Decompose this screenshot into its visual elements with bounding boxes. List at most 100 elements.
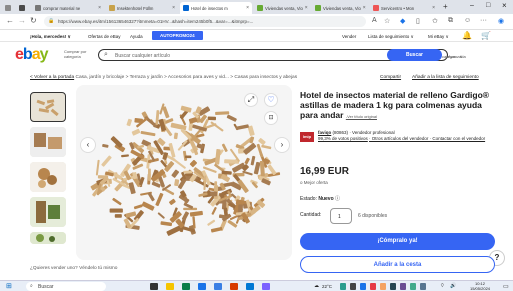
tray-icon[interactable] [400,283,406,290]
promo-banner[interactable]: AUTOPROMO24 [152,31,203,40]
view-original-title-link[interactable]: -Ver título original [346,114,377,119]
lock-icon[interactable]: 🔒 [48,18,54,24]
tray-icon[interactable] [390,283,396,290]
tab-hotel-insectos[interactable]: Hotel de insectos m × [180,2,252,14]
sell-one-prompt[interactable]: ¿Quieres vender uno? Véndelo tú mismo [30,266,117,271]
close-window-button[interactable]: × [502,1,507,10]
category-path[interactable]: Casa, jardín y bricolaje > Terraza y jar… [75,75,297,80]
add-to-watchlist-link[interactable]: Añadir a la lista de seguimiento [412,75,479,80]
close-icon[interactable]: × [432,5,435,11]
main-product-image[interactable]: ⤢ ♡ ⊡ ‹ › [76,85,292,260]
clock[interactable]: 10:12 15/05/2024 [470,281,490,291]
split-screen-icon[interactable]: ▯ [416,17,420,25]
profile-icon[interactable]: ☺ [464,17,471,24]
tray-icon[interactable] [380,283,386,290]
tray-icon[interactable] [350,283,356,290]
prev-image-button[interactable]: ‹ [80,137,96,153]
thumbnail-2[interactable] [30,127,66,157]
shop-by-category-button[interactable]: Comprar por categoría [64,49,92,59]
seller-links[interactable]: · Otros artículos del vendedor · Contact… [369,136,485,141]
thumbnail-1[interactable] [30,92,66,122]
maximize-button[interactable]: □ [486,2,490,9]
app-icon[interactable] [230,283,238,290]
minimize-button[interactable]: – [470,2,474,9]
tab-viviendas-1[interactable]: Viviendas venta, Vio × [254,2,310,14]
condition-row: Estado: Nuevo ⓘ [300,195,340,202]
tab-viviendas-2[interactable]: Viviendas venta, Vio × [312,2,368,14]
close-icon[interactable]: × [246,5,249,11]
app-icon[interactable] [182,283,190,290]
weather-temp[interactable]: 22°C [322,284,332,289]
file-explorer-icon[interactable] [166,283,174,290]
tray-icon[interactable] [360,283,366,290]
buscar-button[interactable]: Buscar [387,49,442,61]
url-input[interactable]: 🔒 https://www.ebay.es/itm/156136546327?i… [44,16,366,27]
heart-icon[interactable]: ♡ [264,93,278,107]
watchlist-menu[interactable]: Lista de seguimiento ∨ [368,34,414,40]
tray-icon[interactable] [410,283,416,290]
app-icon[interactable] [246,283,254,290]
my-ebay-menu[interactable]: Mi eBay ∨ [428,34,449,40]
tab-favicon [19,5,25,11]
tab-pinned-2[interactable] [16,2,28,14]
tray-icon[interactable] [340,283,346,290]
weather-icon[interactable]: ☁ [314,283,319,289]
copilot-icon[interactable]: ◉ [498,17,504,25]
close-icon[interactable]: × [305,5,308,11]
windows-taskbar: ⊞ ⌕ Buscar ☁ 22°C ⌔ 🔊 10:12 15/05/2024 ▭ [0,280,513,291]
app-icon[interactable] [262,283,270,290]
windows-start-icon[interactable]: ⊞ [6,282,12,290]
add-to-cart-button[interactable]: Añadir a la cesta [300,256,495,273]
reload-icon[interactable]: ↻ [30,16,37,25]
buy-now-button[interactable]: ¡Cómpralo ya! [300,233,495,250]
ayuda-link[interactable]: Ayuda [130,34,143,39]
new-tab-button[interactable]: + [443,2,448,11]
edge-browser-icon[interactable] [198,283,206,290]
product-title-text: Hotel de insectos material de relleno Ga… [300,90,490,120]
volume-icon[interactable]: 🔊 [450,283,456,289]
vender-link[interactable]: Vender [342,34,356,39]
close-icon[interactable]: × [172,5,175,11]
favorites-icon[interactable]: ✩ [432,17,438,25]
share-link[interactable]: Compartir [380,75,401,80]
back-icon[interactable]: ← [6,16,14,25]
thumbnail-3[interactable] [30,162,66,192]
quantity-input[interactable]: 1 [330,208,352,224]
advanced-search-link[interactable]: Avanzada [448,54,466,59]
app-icon[interactable] [214,283,222,290]
read-aloud-icon[interactable]: A [372,17,377,24]
tab-label: Viviendas venta, Vio [265,5,303,11]
seller-name-link[interactable]: faviqo [318,130,331,135]
tab-comprar[interactable]: comprar material ne × [32,2,104,14]
close-icon[interactable]: × [363,5,366,11]
favorite-star-icon[interactable]: ☆ [384,17,390,25]
close-icon[interactable]: × [98,5,101,11]
info-icon[interactable]: ⓘ [335,196,340,202]
task-view-icon[interactable] [150,283,158,290]
ebay-logo[interactable]: ebay [15,46,48,64]
notifications-bell-icon[interactable]: 🔔 [462,31,472,40]
seller-feedback-link[interactable]: 99,3% de votos positivos [318,136,368,141]
ofertas-link[interactable]: Ofertas de eBay [88,34,121,39]
tab-pinned-1[interactable] [2,2,14,14]
notifications-icon[interactable]: ▭ [503,283,509,290]
tray-icon[interactable] [420,283,426,290]
greeting-menu[interactable]: ¡Hola, mercedes! ∨ [30,34,71,40]
visual-search-icon[interactable]: ⊡ [264,111,278,125]
wifi-icon[interactable]: ⌔ [440,283,445,289]
extension-icon[interactable]: ◆ [400,17,405,25]
cart-icon[interactable]: 🛒 [481,31,491,40]
thumbnail-4[interactable] [30,197,66,227]
more-menu-icon[interactable]: ··· [480,17,487,24]
back-home-link[interactable]: < Volver a la portada [30,75,74,80]
fullscreen-icon[interactable]: ⤢ [244,93,258,107]
thumbnail-5[interactable] [30,232,66,244]
tab-insektenhotel[interactable]: Insektenhotel Füllm × [106,2,178,14]
collections-icon[interactable]: ⧉ [448,17,453,25]
forward-icon[interactable]: → [18,16,26,25]
search-icon: ⌕ [30,283,33,289]
tab-servicentro[interactable]: Servicentro • Mon × [370,2,438,14]
taskbar-search-input[interactable]: ⌕ Buscar [26,282,106,291]
next-image-button[interactable]: › [274,137,290,153]
tray-icon[interactable] [370,283,376,290]
